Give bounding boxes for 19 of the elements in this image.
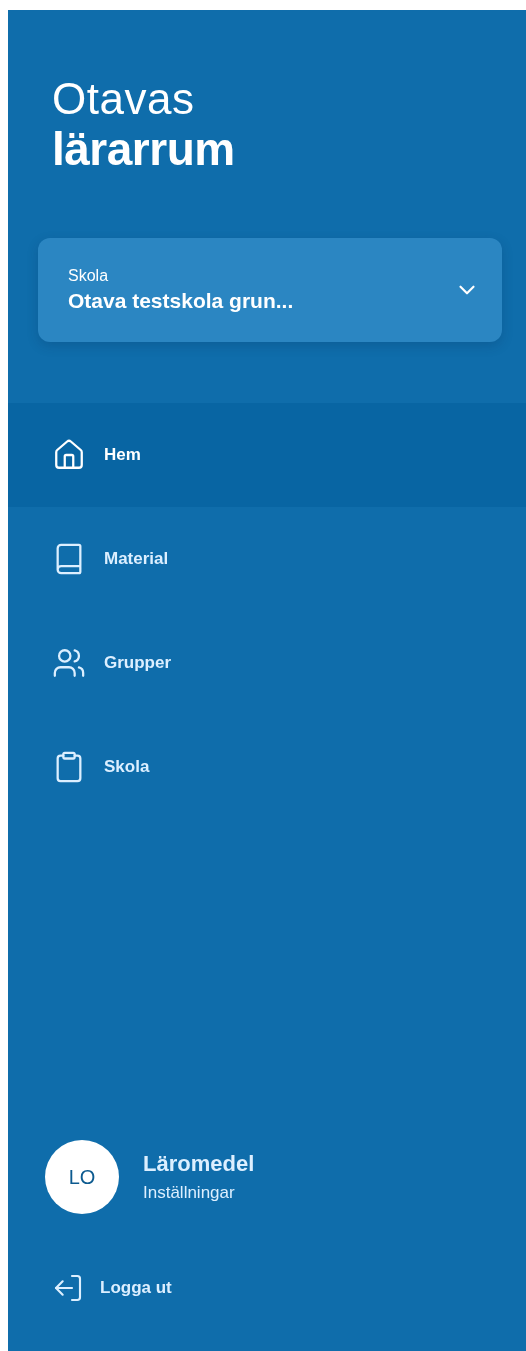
- nav-label: Skola: [104, 757, 150, 777]
- school-dropdown[interactable]: Skola Otava testskola grun...: [38, 238, 502, 342]
- logout-icon: [52, 1272, 84, 1304]
- nav-item[interactable]: Grupper: [8, 611, 526, 715]
- nav-label: Material: [104, 549, 169, 569]
- dropdown-value: Otava testskola grun...: [68, 289, 294, 313]
- nav-label: Hem: [104, 445, 141, 465]
- users-icon: [52, 646, 86, 680]
- avatar: LO: [45, 1140, 119, 1214]
- nav-item[interactable]: Skola: [8, 715, 526, 819]
- home-icon: [52, 438, 86, 472]
- dropdown-label: Skola: [68, 267, 110, 285]
- user-name: Läromedel: [143, 1151, 255, 1177]
- logo: Otavas lärarrum: [51, 73, 236, 174]
- nav-label: Grupper: [104, 653, 172, 673]
- settings-link[interactable]: Inställningar: [143, 1183, 235, 1203]
- nav-item[interactable]: Material: [8, 507, 526, 611]
- logout-button[interactable]: Logga ut: [52, 1272, 172, 1304]
- nav-item[interactable]: Hem: [8, 403, 526, 507]
